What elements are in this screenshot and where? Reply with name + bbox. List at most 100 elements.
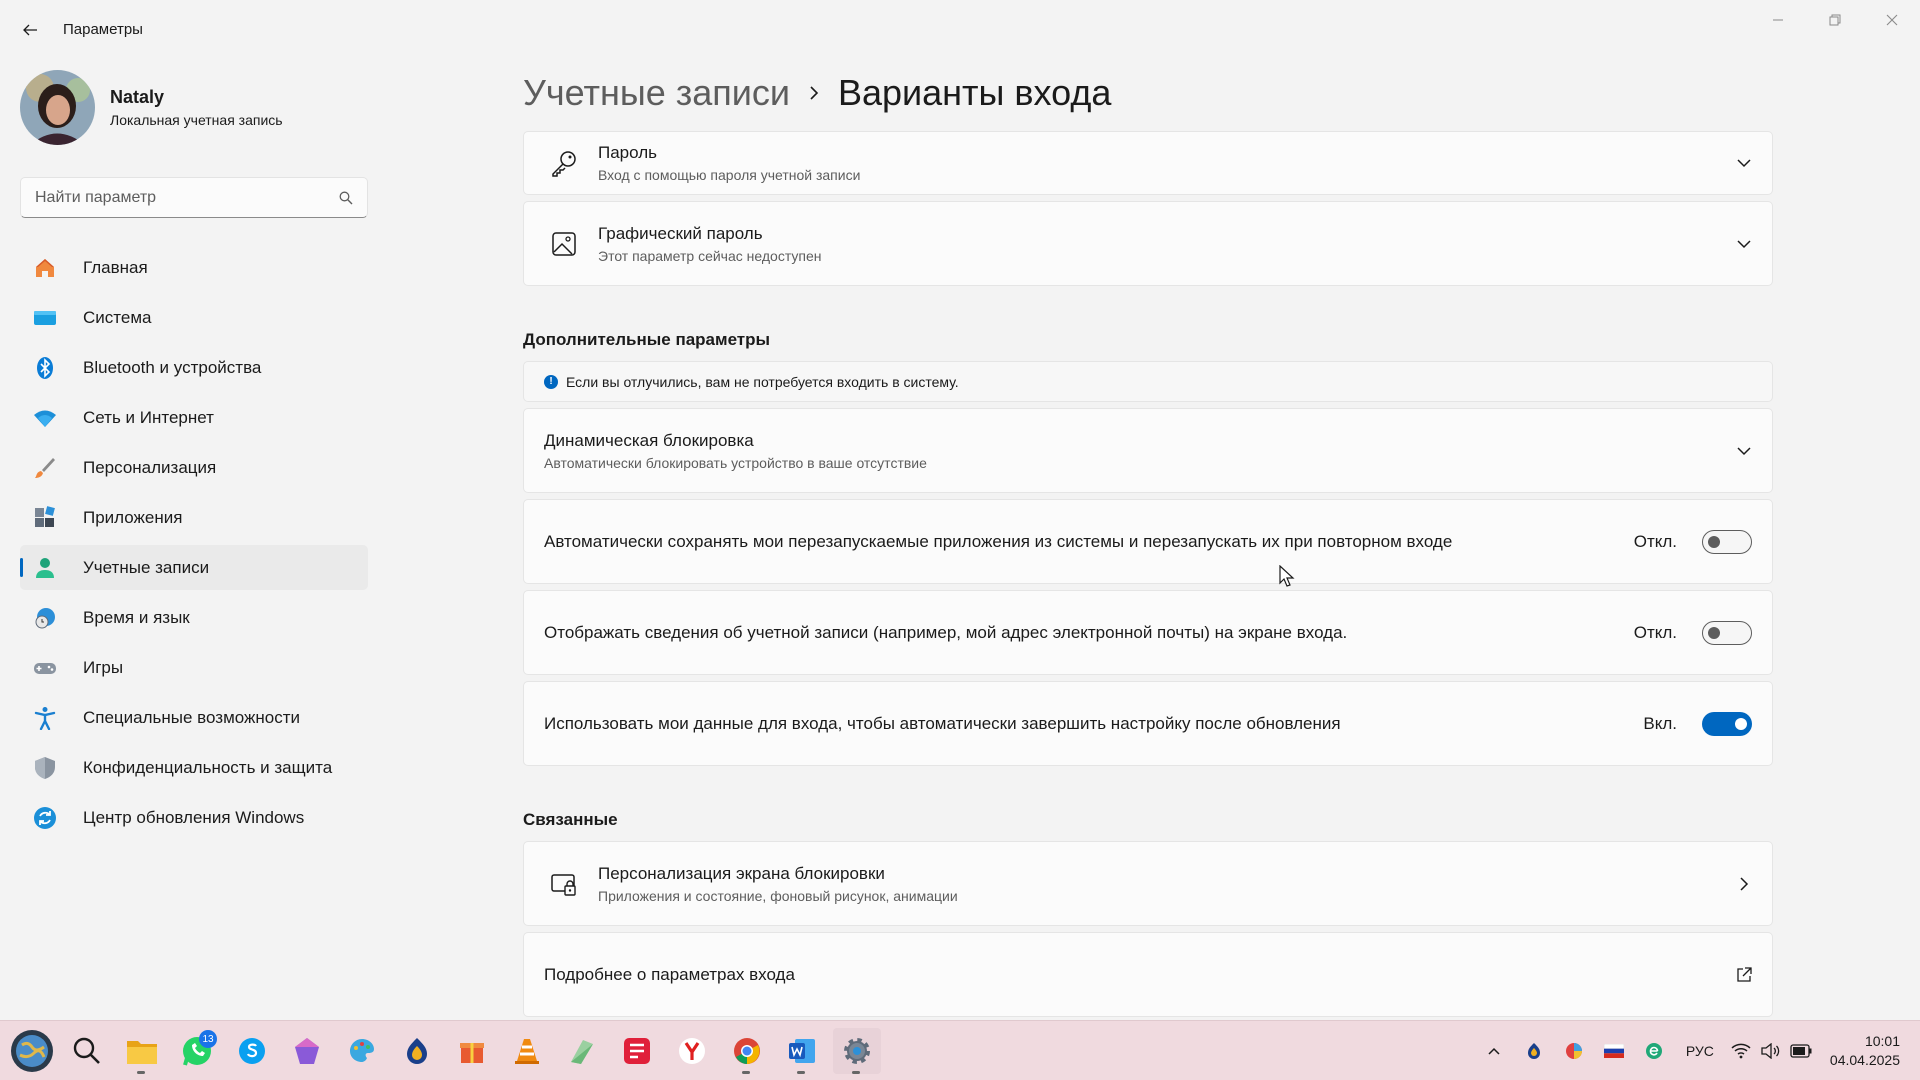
shield-icon xyxy=(35,756,55,779)
toggle-state-label: Откл. xyxy=(1633,531,1677,551)
clock-globe-icon xyxy=(35,607,55,628)
close-button[interactable] xyxy=(1863,0,1920,40)
restart-apps-card: Автоматически сохранять мои перезапускае… xyxy=(523,499,1773,584)
restore-icon xyxy=(1829,14,1840,26)
tray-network[interactable] xyxy=(1726,1031,1756,1071)
taskbar-skype[interactable] xyxy=(228,1028,276,1074)
search-input[interactable] xyxy=(35,188,339,207)
tray-language-flag[interactable] xyxy=(1594,1031,1634,1071)
taskbar-app-red[interactable] xyxy=(613,1028,661,1074)
taskbar-chrome[interactable] xyxy=(723,1028,771,1074)
restart-apps-toggle[interactable] xyxy=(1702,529,1752,554)
sidebar-item-accessibility[interactable]: Специальные возможности xyxy=(20,695,368,740)
more-signin-info-card[interactable]: Подробнее о параметрах входа xyxy=(523,932,1773,1017)
show-account-details-toggle[interactable] xyxy=(1702,620,1752,645)
mouse-cursor-icon xyxy=(1279,565,1295,587)
taskbar-settings[interactable] xyxy=(833,1028,881,1074)
taskbar-app-gem[interactable] xyxy=(283,1028,331,1074)
flame-icon xyxy=(407,1038,427,1064)
start-button[interactable] xyxy=(8,1028,56,1074)
accessibility-icon xyxy=(34,706,56,730)
battery-icon xyxy=(1790,1044,1812,1058)
search-icon[interactable] xyxy=(339,191,353,205)
sidebar-item-gaming[interactable]: Игры xyxy=(20,645,368,690)
sidebar-item-system[interactable]: Система xyxy=(20,295,368,340)
title-bar: Параметры xyxy=(0,0,1920,60)
use-signin-info-toggle[interactable] xyxy=(1702,711,1752,736)
taskbar-yandex-browser[interactable] xyxy=(668,1028,716,1074)
show-hidden-icons-button[interactable] xyxy=(1474,1031,1514,1071)
sidebar-item-label: Приложения xyxy=(83,507,183,527)
taskbar-word[interactable] xyxy=(778,1028,826,1074)
sidebar-item-personalization[interactable]: Персонализация xyxy=(20,445,368,490)
external-link-icon xyxy=(1737,966,1752,982)
tray-app-flame[interactable] xyxy=(1514,1031,1554,1071)
tray-app-e[interactable] xyxy=(1634,1031,1674,1071)
chevron-down-icon[interactable] xyxy=(1736,443,1752,459)
sidebar-item-home[interactable]: Главная xyxy=(20,245,368,290)
e-app-icon xyxy=(1645,1043,1662,1059)
chevron-right-icon xyxy=(810,86,819,100)
folder-icon xyxy=(127,1041,157,1064)
vlc-cone-icon xyxy=(515,1039,539,1064)
tray-battery[interactable] xyxy=(1786,1031,1816,1071)
profile-card[interactable]: Nataly Локальная учетная запись xyxy=(20,70,283,145)
picture-icon xyxy=(552,231,576,256)
sidebar-item-label: Специальные возможности xyxy=(83,707,301,727)
password-card[interactable]: Пароль Вход с помощью пароля учетной зап… xyxy=(523,131,1773,195)
taskbar-app-box[interactable] xyxy=(448,1028,496,1074)
breadcrumb-parent[interactable]: Учетные записи xyxy=(523,72,790,114)
lock-screen-personalization-card[interactable]: Персонализация экрана блокировки Приложе… xyxy=(523,841,1773,926)
sidebar-item-label: Игры xyxy=(83,657,124,677)
start-globe-icon xyxy=(11,1030,53,1072)
taskbar-app-leaf[interactable] xyxy=(558,1028,606,1074)
sidebar-item-windows-update[interactable]: Центр обновления Windows xyxy=(20,795,368,840)
key-icon xyxy=(552,151,576,177)
clock[interactable]: 10:01 04.04.2025 xyxy=(1830,1032,1900,1070)
apps-icon xyxy=(35,505,55,527)
card-title: Персонализация экрана блокировки xyxy=(598,863,885,883)
sidebar-item-label: Bluetooth и устройства xyxy=(83,357,262,377)
wifi-icon xyxy=(34,410,56,427)
chevron-down-icon[interactable] xyxy=(1736,236,1752,252)
info-bar: ! Если вы отлучились, вам не потребуется… xyxy=(523,361,1773,402)
gamepad-icon xyxy=(34,662,56,674)
tray-app-colorful[interactable] xyxy=(1554,1031,1594,1071)
sidebar-item-label: Время и язык xyxy=(83,607,190,627)
wifi-icon xyxy=(1731,1043,1751,1059)
avatar[interactable] xyxy=(20,70,95,145)
card-title: Подробнее о параметрах входа xyxy=(544,964,795,984)
home-icon xyxy=(36,258,54,277)
breadcrumb: Учетные записи Варианты входа xyxy=(523,72,1111,114)
bluetooth-icon xyxy=(37,356,53,379)
search-box[interactable] xyxy=(20,177,368,218)
sidebar-item-apps[interactable]: Приложения xyxy=(20,495,368,540)
info-text: Если вы отлучились, вам не потребуется в… xyxy=(566,373,959,390)
chevron-down-icon[interactable] xyxy=(1736,155,1752,171)
taskbar-app-flame[interactable] xyxy=(393,1028,441,1074)
sidebar-item-label: Конфиденциальность и защита xyxy=(83,757,333,777)
input-language[interactable]: РУС xyxy=(1686,1043,1714,1059)
tray-volume[interactable] xyxy=(1756,1031,1786,1071)
clock-date: 04.04.2025 xyxy=(1829,1052,1900,1068)
card-title: Отображать сведения об учетной записи (н… xyxy=(544,622,1348,642)
minimize-button[interactable] xyxy=(1749,0,1806,40)
taskbar-app-paint[interactable] xyxy=(338,1028,386,1074)
maximize-button[interactable] xyxy=(1806,0,1863,40)
sidebar-item-time-language[interactable]: Время и язык xyxy=(20,595,368,640)
toggle-state-label: Откл. xyxy=(1633,622,1677,642)
picture-password-card[interactable]: Графический пароль Этот параметр сейчас … xyxy=(523,201,1773,286)
sidebar-item-privacy[interactable]: Конфиденциальность и защита xyxy=(20,745,368,790)
dynamic-lock-card[interactable]: Динамическая блокировка Автоматически бл… xyxy=(523,408,1773,493)
taskbar-vlc[interactable] xyxy=(503,1028,551,1074)
sidebar-item-bluetooth[interactable]: Bluetooth и устройства xyxy=(20,345,368,390)
sidebar-item-network[interactable]: Сеть и Интернет xyxy=(20,395,368,440)
taskbar-file-explorer[interactable] xyxy=(118,1028,166,1074)
card-subtitle: Этот параметр сейчас недоступен xyxy=(598,247,822,264)
sidebar-item-accounts[interactable]: Учетные записи xyxy=(20,545,368,590)
back-button[interactable] xyxy=(14,16,46,44)
taskbar-search-button[interactable] xyxy=(63,1028,111,1074)
taskbar-whatsapp[interactable]: 13 xyxy=(173,1028,221,1074)
card-title: Использовать мои данные для входа, чтобы… xyxy=(544,713,1341,733)
use-signin-info-card: Использовать мои данные для входа, чтобы… xyxy=(523,681,1773,766)
